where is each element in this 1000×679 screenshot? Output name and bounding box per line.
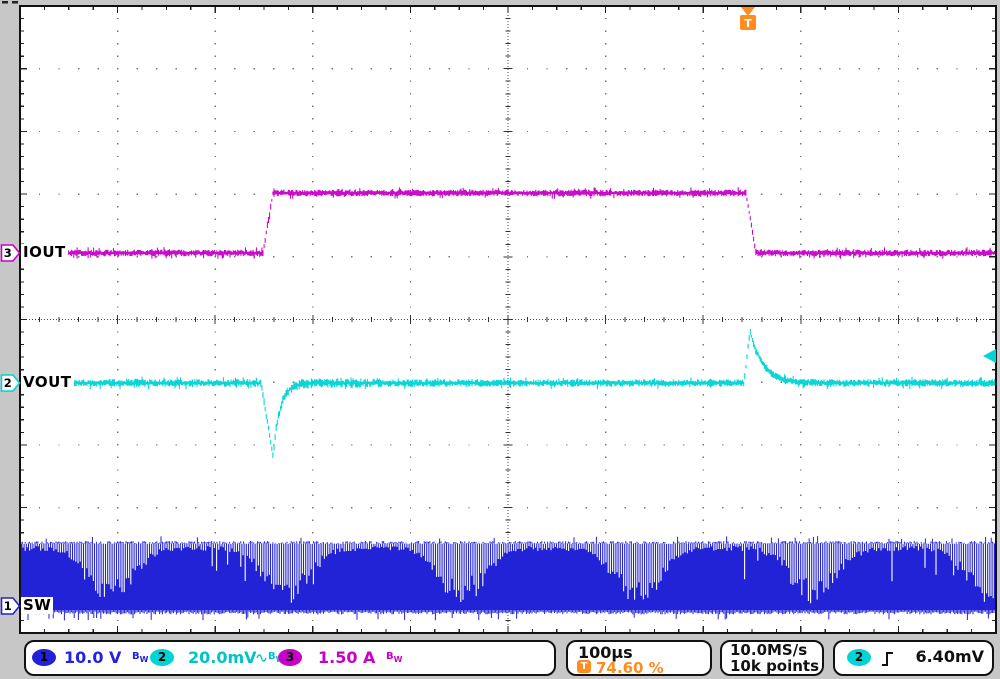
timebase-box[interactable]: 100µs T 74.60 % [566,640,712,676]
svg-text:1: 1 [4,599,12,613]
channel2-scale-readout: 20.0mV [188,648,257,667]
trigger-source-badge[interactable]: 2 [847,649,871,666]
record-length-readout: 10k points [730,658,819,674]
channel3-trace-label: IOUT [21,244,68,261]
rising-edge-icon [881,651,894,667]
channel1-badge[interactable]: 1 [32,649,56,666]
channel3-badge[interactable]: 3 [278,649,302,666]
waveform-display: T 3 2 1 [0,0,1000,679]
channel-2-reference-badge[interactable]: 2 [2,375,20,391]
bandwidth-limit-icon: BW [132,651,148,664]
acquisition-box[interactable]: 10.0MS/s 10k points [720,640,824,676]
svg-text:T: T [744,17,752,30]
channel-readouts-box[interactable]: 1 10.0 V BW 2 20.0mV BW 3 1.50 A BW [24,640,556,676]
channel2-badge[interactable]: 2 [150,649,174,666]
channel1-trace-label: SW [21,597,53,614]
trigger-position-readout: 74.60 % [596,659,664,677]
ac-coupling-icon [256,653,267,663]
channel2-trace-label: VOUT [21,374,74,391]
channel-1-reference-badge[interactable]: 1 [2,598,20,614]
trigger-T-badge-icon: T [577,660,591,673]
channel3-scale-readout: 1.50 A [318,648,375,667]
channel1-scale-readout: 10.0 V [64,648,121,667]
channel-3-reference-badge[interactable]: 3 [2,245,20,261]
trace-sw-ch1 [21,536,995,620]
bandwidth-limit-icon: BW [386,651,402,664]
trigger-level-readout: 6.40mV [915,647,984,666]
oscilloscope-screen: T 3 2 1 IOUT VOUT SW 1 10.0 V BW 2 20.0mV B… [0,0,1000,679]
sample-rate-readout: 10.0MS/s [730,642,807,658]
svg-text:3: 3 [4,246,12,260]
trigger-settings-box[interactable]: 2 6.40mV [833,640,994,676]
svg-text:2: 2 [4,376,12,390]
